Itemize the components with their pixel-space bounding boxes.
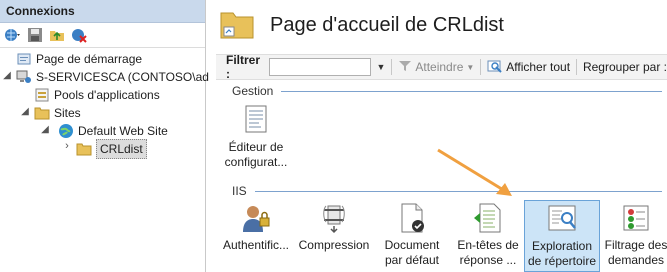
feature-label-line2: réponse ... xyxy=(459,253,517,267)
funnel-icon xyxy=(398,60,412,75)
feature-authentication[interactable]: Authentific... xyxy=(220,202,292,253)
show-all-icon xyxy=(487,59,503,76)
tree-item-server[interactable]: S-SERVICESCA (CONTOSO\ad xyxy=(16,68,209,86)
feature-label-line1: Exploration xyxy=(531,239,593,253)
compression-icon xyxy=(318,202,350,234)
collapse-sites-icon[interactable]: ◢ xyxy=(20,106,30,117)
connect-icon[interactable] xyxy=(4,26,22,44)
globe-icon xyxy=(58,123,74,139)
default-document-icon xyxy=(396,202,428,234)
tree-item-label: Pools d'applications xyxy=(54,88,160,102)
group-by-label[interactable]: Regrouper par : xyxy=(583,60,667,74)
connections-toolbar xyxy=(0,23,205,48)
up-folder-icon[interactable] xyxy=(48,26,66,44)
group-header-iis: IIS xyxy=(232,184,662,198)
feature-label-line1: Compression xyxy=(298,238,370,252)
disconnect-icon[interactable] xyxy=(70,26,88,44)
separator xyxy=(576,59,577,75)
group-title: IIS xyxy=(232,184,247,198)
collapse-default-site-icon[interactable]: ◢ xyxy=(40,124,50,135)
directory-browsing-icon xyxy=(546,203,578,235)
server-icon xyxy=(16,69,32,85)
response-headers-icon xyxy=(472,202,504,234)
feature-compression[interactable]: Compression xyxy=(298,202,370,253)
tree-item-app-pools[interactable]: Pools d'applications xyxy=(34,86,160,104)
group-title: Gestion xyxy=(232,84,274,98)
tree-item-start-page[interactable]: Page de démarrage xyxy=(16,50,142,68)
filter-label: Filtrer : xyxy=(226,53,261,81)
group-divider xyxy=(281,90,662,92)
tree-item-label: Page de démarrage xyxy=(36,52,143,66)
features-view: Gestion Éditeur de configurat... IIS Aut… xyxy=(216,80,667,272)
page-header: Page d'accueil de CRLdist xyxy=(206,0,667,52)
page-title: Page d'accueil de CRLdist xyxy=(270,14,504,36)
show-all-label: Afficher tout xyxy=(506,60,571,74)
collapse-server-icon[interactable]: ◢ xyxy=(2,70,12,81)
crldist-folder-icon xyxy=(76,141,92,157)
start-page-icon xyxy=(16,51,32,67)
feature-label-line2: configurat... xyxy=(224,155,288,169)
feature-label-line1: En-têtes de xyxy=(457,238,519,252)
go-label: Atteindre xyxy=(415,60,464,74)
feature-label-line1: Éditeur de xyxy=(228,140,284,154)
go-button[interactable]: Atteindre ▼ xyxy=(398,60,474,75)
tree-item-label: S-SERVICESCA (CONTOSO\ad xyxy=(36,70,209,84)
expand-crldist-icon[interactable]: › xyxy=(62,140,72,152)
group-header-gestion: Gestion xyxy=(232,84,662,98)
page-folder-icon xyxy=(220,9,254,42)
connections-panel: Connexions Page de démarrage ◢ S-SERVICE… xyxy=(0,0,209,272)
feature-label-line2: par défaut xyxy=(384,253,440,267)
feature-label-line1: Filtrage des xyxy=(604,238,667,252)
show-all-button[interactable]: Afficher tout xyxy=(487,59,570,76)
filter-input[interactable] xyxy=(269,58,371,76)
feature-label-line1: Document xyxy=(384,238,440,252)
tree-item-sites[interactable]: Sites xyxy=(34,104,81,122)
feature-response-headers[interactable]: En-têtes de réponse ... xyxy=(452,202,524,268)
request-filtering-icon xyxy=(620,202,652,234)
save-icon[interactable] xyxy=(26,26,44,44)
feature-label-line1: Authentific... xyxy=(222,238,290,252)
app-pools-icon xyxy=(34,87,50,103)
feature-default-document[interactable]: Document par défaut xyxy=(376,202,448,268)
go-dropdown-icon: ▼ xyxy=(466,62,475,72)
connections-header: Connexions xyxy=(0,0,205,23)
sites-folder-icon xyxy=(34,105,50,121)
tree-item-crldist[interactable]: CRLdist xyxy=(76,139,147,159)
feature-request-filtering[interactable]: Filtrage des demandes xyxy=(600,202,667,268)
tree-item-label: Sites xyxy=(54,106,81,120)
tree-item-label: CRLdist xyxy=(96,139,147,159)
config-editor-icon xyxy=(240,104,272,136)
filter-bar: Filtrer : ▼ Atteindre ▼ Afficher tout Re… xyxy=(216,53,667,81)
feature-label-line2: demandes xyxy=(607,253,665,267)
group-divider xyxy=(254,190,662,192)
separator xyxy=(391,59,393,75)
separator xyxy=(480,59,482,75)
tree-item-default-web-site[interactable]: Default Web Site xyxy=(58,122,168,140)
feature-label-line2: de répertoire xyxy=(527,254,597,268)
main-panel: Page d'accueil de CRLdist Filtrer : ▼ At… xyxy=(206,0,667,272)
filter-dropdown-icon[interactable]: ▼ xyxy=(377,62,386,72)
feature-directory-browsing[interactable]: Exploration de répertoire xyxy=(524,200,600,272)
authentication-icon xyxy=(240,202,272,234)
tree-item-label: Default Web Site xyxy=(78,124,168,138)
feature-config-editor[interactable]: Éditeur de configurat... xyxy=(220,104,292,170)
